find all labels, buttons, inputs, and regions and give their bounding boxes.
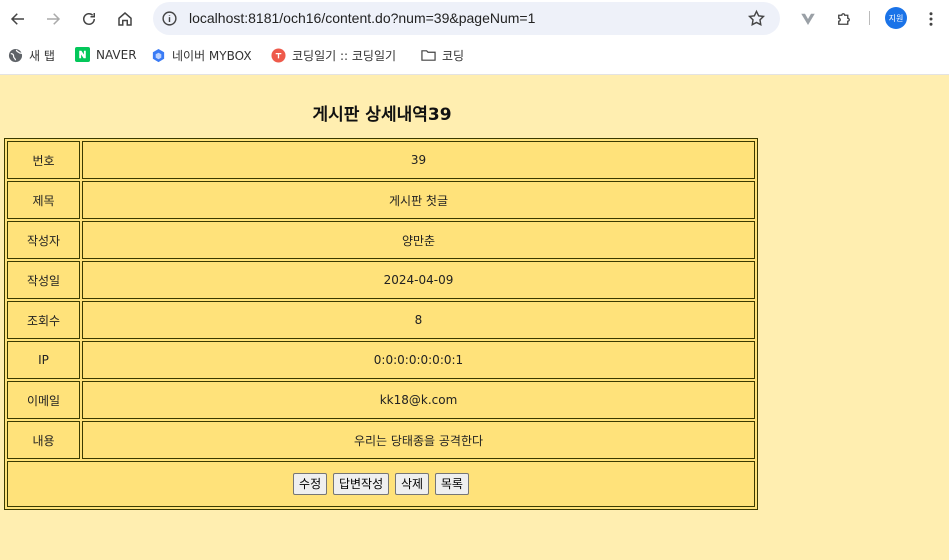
forward-button[interactable] [41,7,65,31]
num-value: 39 [82,141,755,179]
writer-value: 양만춘 [82,221,755,259]
home-icon [118,12,132,26]
page-title: 게시판 상세내역39 [312,105,452,125]
board-detail-table: 번호 39 제목 게시판 첫글 작성자 양만춘 작성일 2024-04-09 조… [4,138,758,510]
table-row: 제목 게시판 첫글 [7,181,755,219]
bookmark-new-tab[interactable]: 새 탭 [8,47,55,64]
kebab-menu-icon [929,12,933,26]
views-value: 8 [82,301,755,339]
extensions-button[interactable] [832,7,856,31]
bookmark-star-icon[interactable] [747,9,766,28]
button-cell: 수정 답변작성 삭제 목록 [7,461,755,507]
bookmark-label: 네이버 MYBOX [172,49,252,63]
bookmark-label: 코딩일기 :: 코딩일기 [292,49,397,63]
home-button[interactable] [113,7,137,31]
date-label: 작성일 [7,261,80,299]
mybox-icon [151,48,166,63]
views-label: 조회수 [7,301,80,339]
bookmark-naver[interactable]: NAVER [75,47,137,62]
extension-vue-button[interactable] [796,7,820,31]
bookmark-label: NAVER [96,47,137,62]
url-text[interactable]: localhost:8181/och16/content.do?num=39&p… [189,10,535,26]
delete-button[interactable]: 삭제 [394,473,430,495]
content-label: 내용 [7,421,80,459]
vue-devtools-icon [801,13,815,25]
page-content: 게시판 상세내역39 번호 39 제목 게시판 첫글 작성자 양만춘 작성일 2… [0,75,949,560]
subject-label: 제목 [7,181,80,219]
table-row: 이메일 kk18@k.com [7,381,755,419]
menu-button[interactable] [919,7,943,31]
address-bar[interactable]: localhost:8181/och16/content.do?num=39&p… [153,2,780,35]
bookmark-folder-coding[interactable]: 코딩 [421,47,464,64]
bookmarks-bar: 새 탭 NAVER 네이버 MYBOX 코딩일기 :: 코딩일기 코딩 [0,37,949,75]
bookmark-mybox[interactable]: 네이버 MYBOX [151,47,252,64]
edit-button[interactable]: 수정 [293,473,328,495]
num-label: 번호 [7,141,80,179]
table-row: 조회수 8 [7,301,755,339]
reply-button[interactable]: 답변작성 [332,473,390,495]
subject-value: 게시판 첫글 [82,181,755,219]
button-row: 수정 답변작성 삭제 목록 [7,461,755,507]
reload-icon [83,13,95,25]
table-row: 번호 39 [7,141,755,179]
bookmark-label: 새 탭 [29,49,55,63]
list-button[interactable]: 목록 [434,473,469,495]
table-row: 내용 우리는 당태종을 공격한다 [7,421,755,459]
table-row: IP 0:0:0:0:0:0:0:1 [7,341,755,379]
content-value: 우리는 당태종을 공격한다 [82,421,755,459]
email-value: kk18@k.com [82,381,755,419]
puzzle-icon [838,13,850,25]
globe-icon [8,48,23,63]
reload-button[interactable] [77,7,101,31]
back-button[interactable] [6,7,30,31]
ip-value: 0:0:0:0:0:0:0:1 [82,341,755,379]
email-label: 이메일 [7,381,80,419]
blog-icon [271,48,286,63]
toolbar-divider [869,11,870,25]
browser-toolbar: localhost:8181/och16/content.do?num=39&p… [0,0,949,37]
date-value: 2024-04-09 [82,261,755,299]
table-row: 작성자 양만춘 [7,221,755,259]
bookmark-label: 코딩 [442,49,465,63]
bookmark-coding-diary[interactable]: 코딩일기 :: 코딩일기 [271,47,396,64]
ip-label: IP [7,341,80,379]
naver-icon [75,47,90,62]
profile-avatar[interactable]: 지원 [885,7,907,29]
site-info-icon[interactable] [161,10,178,27]
table-row: 작성일 2024-04-09 [7,261,755,299]
forward-arrow-icon [47,13,61,25]
folder-icon [421,48,436,63]
back-arrow-icon [10,13,24,25]
writer-label: 작성자 [7,221,80,259]
